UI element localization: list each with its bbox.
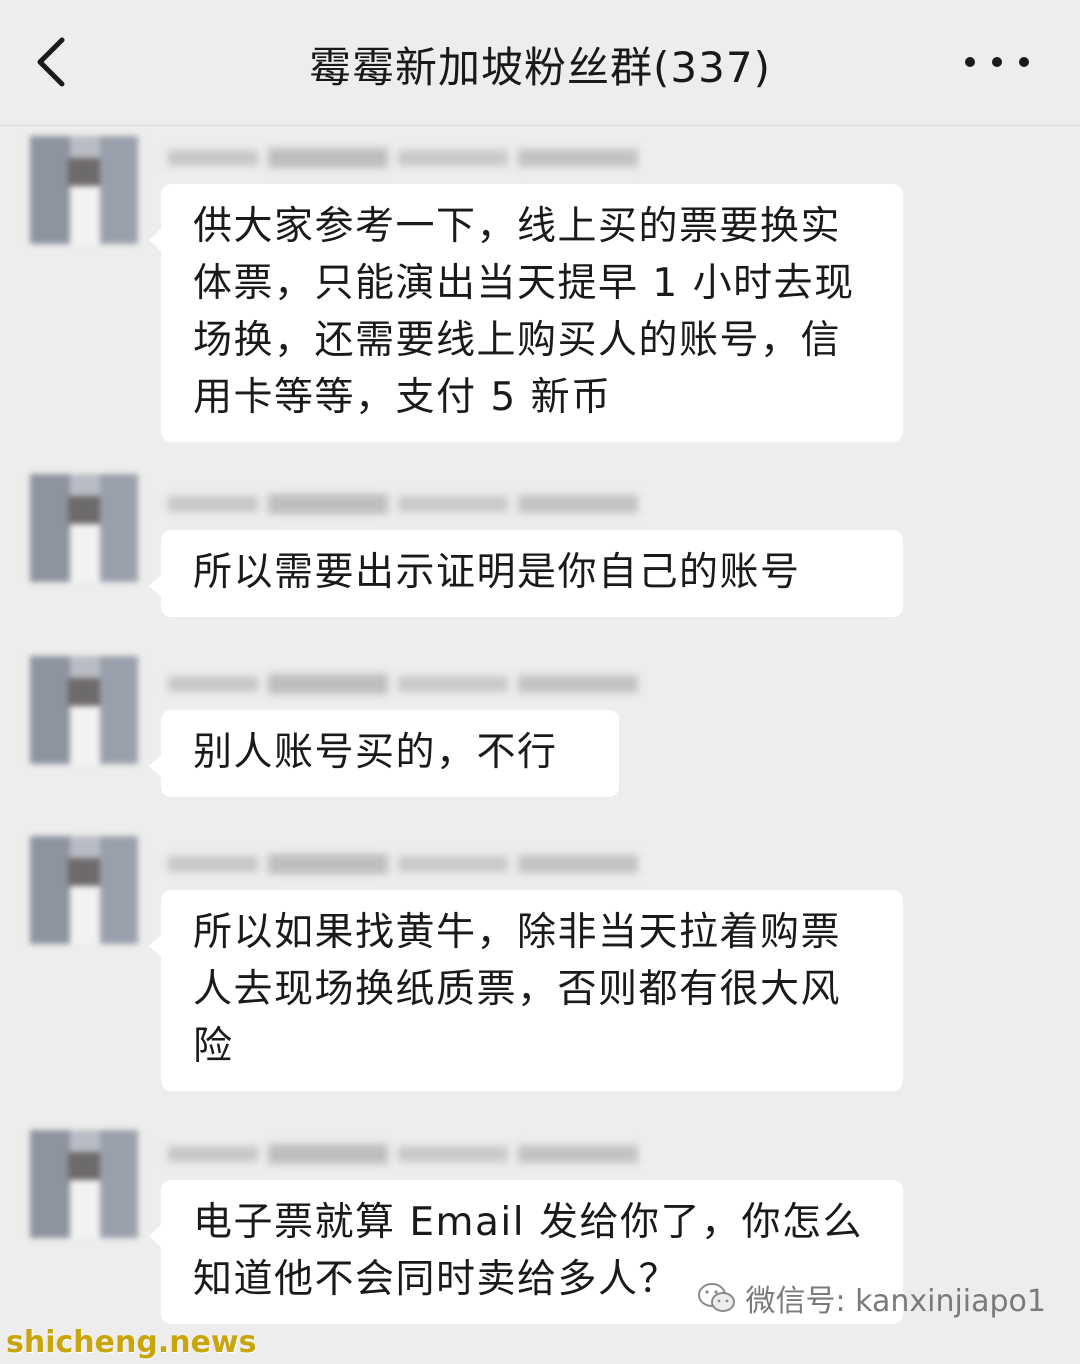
more-button[interactable] [960,44,1034,80]
more-dots-icon [965,57,1029,67]
chat-screen: 霉霉新加坡粉丝群(337) 供大家参考一下，线上买的票要换实体票，只能演出当天提… [0,0,1080,1364]
sender-name-redacted [168,1142,638,1166]
wechat-logo-icon [698,1283,736,1312]
message-text: 所以需要出示证明是你自己的账号 [193,550,801,595]
message-text: 别人账号买的，不行 [193,730,558,775]
avatar[interactable] [30,656,138,764]
wechat-id-text: 微信号: kanxinjiapo1 [745,1284,1046,1319]
message-bubble[interactable]: 供大家参考一下，线上买的票要换实体票，只能演出当天提早 1 小时去现场换，还需要… [149,184,903,442]
avatar[interactable] [30,1130,138,1238]
message-bubble[interactable]: 所以需要出示证明是你自己的账号 [149,530,903,617]
avatar[interactable] [30,136,138,244]
message-text: 供大家参考一下，线上买的票要换实体票，只能演出当天提早 1 小时去现场换，还需要… [193,204,855,420]
chat-header: 霉霉新加坡粉丝群(337) [0,0,1080,126]
avatar[interactable] [30,474,138,582]
message-text: 所以如果找黄牛，除非当天拉着购票人去现场换纸质票，否则都有很大风险 [193,910,842,1069]
message-bubble[interactable]: 别人账号买的，不行 [149,710,619,797]
sender-name-redacted [168,492,638,516]
sender-name-redacted [168,146,638,170]
wechat-watermark: 微信号: kanxinjiapo1 [697,1276,1046,1320]
sender-name-redacted [168,852,638,876]
site-watermark: shicheng.news [6,1325,257,1360]
sender-name-redacted [168,672,638,696]
message-bubble[interactable]: 所以如果找黄牛，除非当天拉着购票人去现场换纸质票，否则都有很大风险 [149,890,903,1091]
chat-title: 霉霉新加坡粉丝群(337) [309,43,771,92]
avatar[interactable] [30,836,138,944]
